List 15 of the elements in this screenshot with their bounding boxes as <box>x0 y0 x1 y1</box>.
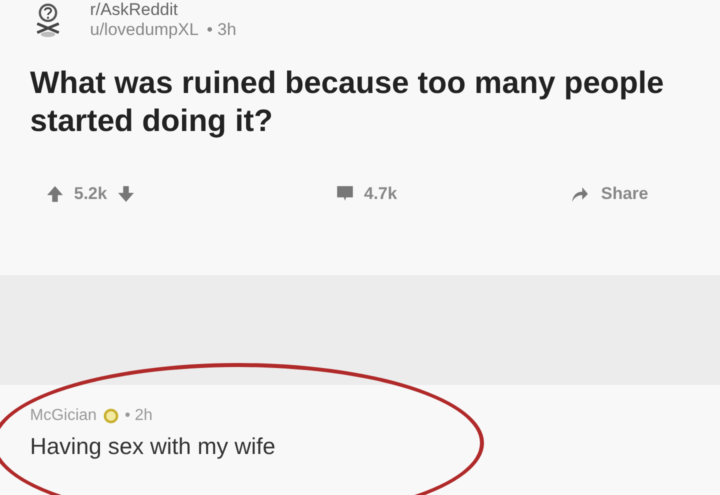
comment-icon[interactable] <box>336 185 354 203</box>
commenter-name[interactable]: McGician <box>30 407 97 425</box>
subreddit-name[interactable]: r/AskReddit <box>90 0 236 20</box>
post-time: • 3h <box>206 20 236 40</box>
downvote-icon[interactable] <box>117 185 136 203</box>
post-title: What was ruined because too many people started doing it? <box>30 64 665 140</box>
vote-count: 5.2k <box>74 184 108 204</box>
share-button[interactable]: Share <box>571 184 648 204</box>
share-icon <box>571 185 589 203</box>
award-icon <box>102 408 119 424</box>
upvote-icon[interactable] <box>46 185 64 203</box>
comment-time: • 2h <box>124 407 153 425</box>
comment-body: Having sex with my wife <box>30 433 276 460</box>
author-name[interactable]: u/lovedumpXL <box>90 20 199 40</box>
comment-count: 4.7k <box>364 184 398 204</box>
